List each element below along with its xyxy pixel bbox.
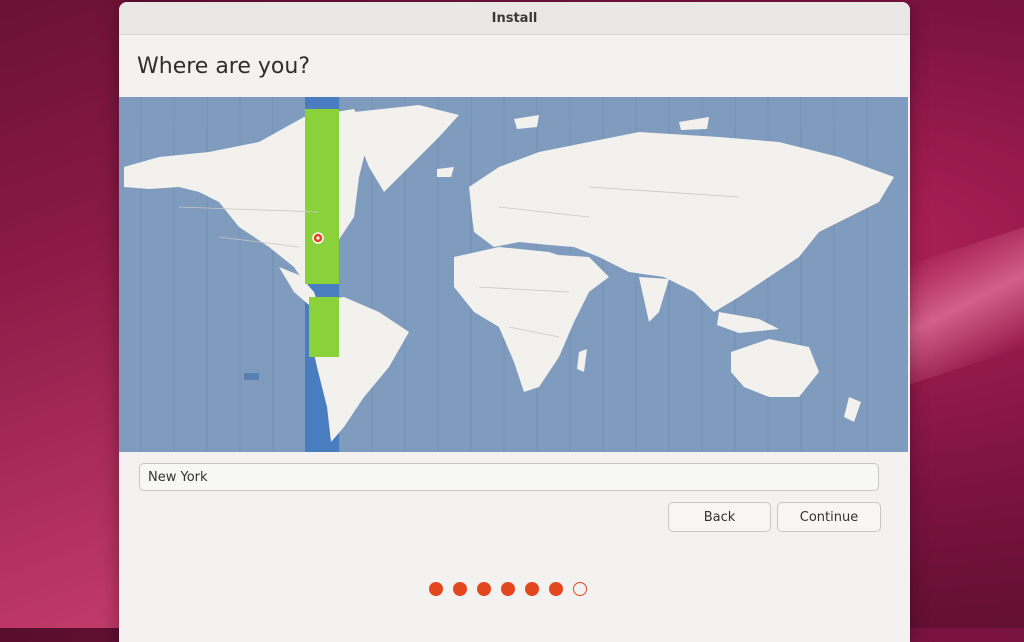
continue-button[interactable]: Continue xyxy=(777,502,881,532)
selected-timezone-land xyxy=(305,109,339,357)
window-title: Install xyxy=(491,10,538,26)
progress-dot-complete xyxy=(549,582,563,596)
progress-dot-complete xyxy=(477,582,491,596)
progress-dot-pending xyxy=(573,582,587,596)
progress-dot-complete xyxy=(453,582,467,596)
progress-dot-complete xyxy=(501,582,515,596)
page-title: Where are you? xyxy=(137,54,310,79)
back-button[interactable]: Back xyxy=(668,502,771,532)
location-pin-icon[interactable] xyxy=(312,232,324,244)
progress-dot-complete xyxy=(429,582,443,596)
map-zone-marker xyxy=(244,373,259,380)
world-map-svg[interactable] xyxy=(119,97,908,452)
progress-dot-complete xyxy=(525,582,539,596)
timezone-map[interactable] xyxy=(119,97,908,452)
installer-window: Install Where are you? New York Back Con… xyxy=(119,2,910,642)
heading-area: Where are you? xyxy=(119,35,910,98)
progress-dots xyxy=(429,582,587,596)
desktop-wallpaper-left xyxy=(0,0,124,628)
location-input[interactable] xyxy=(139,463,879,491)
titlebar: Install xyxy=(119,2,910,35)
